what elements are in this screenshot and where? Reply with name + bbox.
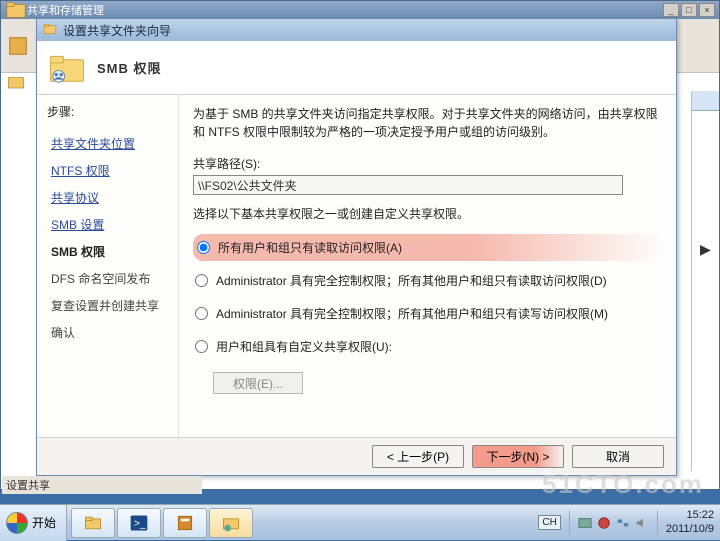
tray-icons <box>578 516 649 530</box>
wizard-titlebar: 设置共享文件夹向导 <box>37 19 676 41</box>
wizard-app-icon <box>43 22 57 39</box>
option-admin-read-label: Administrator 具有完全控制权限；所有其他用户和组只有读取访问权限(… <box>216 272 607 289</box>
page-title: SMB 权限 <box>97 58 162 77</box>
radio-admin-read[interactable] <box>195 274 208 287</box>
toolbar-icon-1[interactable] <box>7 35 29 57</box>
clock-time: 15:22 <box>666 509 714 522</box>
task-item-powershell[interactable]: >_ <box>117 508 161 538</box>
back-button[interactable]: < 上一步(P) <box>372 445 464 468</box>
windows-orb-icon <box>6 512 28 534</box>
task-item-share-mgmt[interactable] <box>209 508 253 538</box>
wizard-header: SMB 权限 <box>37 41 676 95</box>
step-ntfs[interactable]: NTFS 权限 <box>47 157 168 184</box>
task-item-explorer[interactable] <box>71 508 115 538</box>
clock-date: 2011/10/9 <box>666 523 714 536</box>
language-indicator[interactable]: CH <box>538 515 560 530</box>
start-button[interactable]: 开始 <box>0 505 67 541</box>
step-smb-perm: SMB 权限 <box>47 238 168 265</box>
radio-custom[interactable] <box>195 340 208 353</box>
step-confirm: 确认 <box>47 319 168 346</box>
intro-text: 为基于 SMB 的共享文件夹访问指定共享权限。对于共享文件夹的网络访问，由共享权… <box>193 105 662 141</box>
step-protocol[interactable]: 共享协议 <box>47 184 168 211</box>
task-item-server-manager[interactable] <box>163 508 207 538</box>
bg-titlebar: 共享和存储管理 _ □ × <box>1 1 719 19</box>
status-bar: 设置共享 <box>2 476 202 494</box>
steps-sidebar: 步骤: 共享文件夹位置 NTFS 权限 共享协议 SMB 设置 SMB 权限 D… <box>37 95 179 437</box>
step-smb-settings[interactable]: SMB 设置 <box>47 211 168 238</box>
start-label: 开始 <box>32 514 56 531</box>
path-label: 共享路径(S): <box>193 155 662 172</box>
steps-label: 步骤: <box>47 103 168 120</box>
option-admin-readwrite[interactable]: Administrator 具有完全控制权限；所有其他用户和组只有读写访问权限(… <box>193 300 662 327</box>
minimize-button[interactable]: _ <box>663 3 679 17</box>
app-icon <box>5 0 27 21</box>
network-icon[interactable] <box>616 516 630 530</box>
chevron-right-icon[interactable]: ▶ <box>700 241 711 258</box>
step-dfs: DFS 命名空间发布 <box>47 265 168 292</box>
bg-window-buttons: _ □ × <box>663 3 715 17</box>
svg-text:>_: >_ <box>134 518 146 529</box>
wizard-dialog: 设置共享文件夹向导 SMB 权限 步骤: 共享文件夹位置 NTFS 权限 共享协… <box>36 18 677 476</box>
wizard-title: 设置共享文件夹向导 <box>63 22 171 39</box>
option-read-all[interactable]: 所有用户和组只有读取访问权限(A) <box>193 234 662 261</box>
next-button[interactable]: 下一步(N) > <box>472 445 564 468</box>
step-review: 复查设置并创建共享 <box>47 292 168 319</box>
option-read-all-label: 所有用户和组只有读取访问权限(A) <box>218 239 402 256</box>
cancel-button[interactable]: 取消 <box>572 445 664 468</box>
watermark: 51CTO.com <box>542 469 704 500</box>
option-custom[interactable]: 用户和组具有自定义共享权限(U): <box>193 333 662 360</box>
folder-share-icon <box>47 48 87 88</box>
step-location[interactable]: 共享文件夹位置 <box>47 130 168 157</box>
clock[interactable]: 15:22 2011/10/9 <box>666 509 714 535</box>
radio-read-all[interactable] <box>197 241 210 254</box>
option-custom-label: 用户和组具有自定义共享权限(U): <box>216 338 392 355</box>
choose-label: 选择以下基本共享权限之一或创建自定义共享权限。 <box>193 205 662 222</box>
tray-icon-1[interactable] <box>578 516 592 530</box>
close-button[interactable]: × <box>699 3 715 17</box>
option-admin-readwrite-label: Administrator 具有完全控制权限；所有其他用户和组只有读写访问权限(… <box>216 305 608 322</box>
radio-admin-readwrite[interactable] <box>195 307 208 320</box>
task-items: >_ <box>67 505 253 540</box>
tray-icon-2[interactable] <box>597 516 611 530</box>
maximize-button[interactable]: □ <box>681 3 697 17</box>
system-tray: CH 15:22 2011/10/9 <box>532 505 720 540</box>
taskbar: 开始 >_ CH 15:22 2011/10/9 <box>0 504 720 540</box>
permissions-button: 权限(E)... <box>213 372 303 394</box>
tree-icon[interactable] <box>7 73 25 94</box>
option-admin-read[interactable]: Administrator 具有完全控制权限；所有其他用户和组只有读取访问权限(… <box>193 267 662 294</box>
share-path-input[interactable] <box>193 175 623 195</box>
volume-icon[interactable] <box>635 516 649 530</box>
wizard-content: 为基于 SMB 的共享文件夹访问指定共享权限。对于共享文件夹的网络访问，由共享权… <box>179 95 676 437</box>
actions-panel: ▶ <box>691 91 719 471</box>
bg-title: 共享和存储管理 <box>27 2 104 18</box>
